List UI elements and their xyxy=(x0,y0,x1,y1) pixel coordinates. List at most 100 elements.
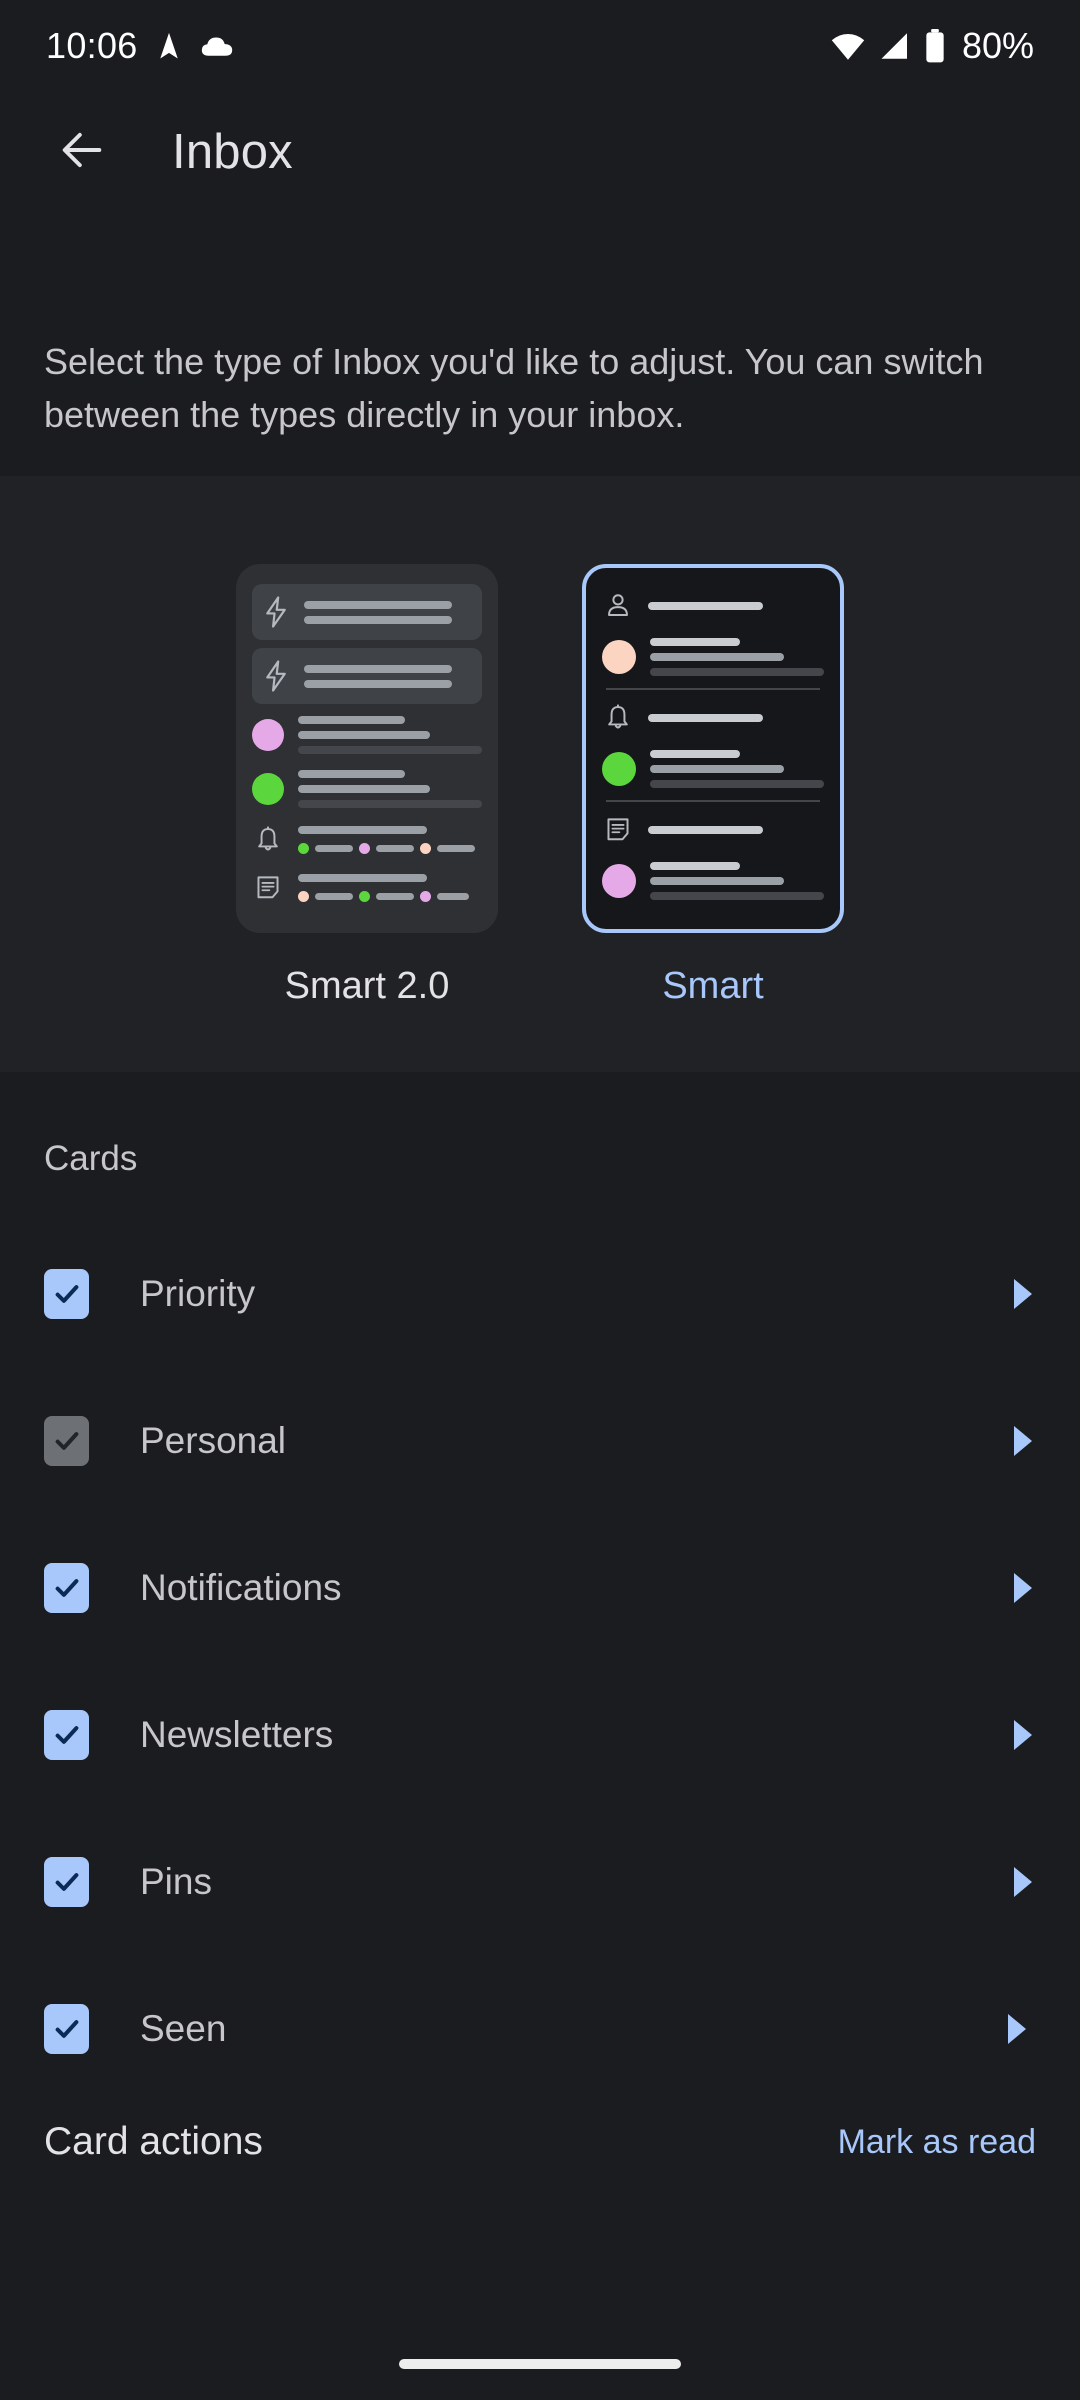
chevron-right-icon[interactable] xyxy=(1010,1865,1036,1899)
status-dot xyxy=(420,843,431,854)
arrow-left-icon xyxy=(56,124,108,181)
home-indicator[interactable] xyxy=(399,2359,681,2369)
preview-text-lines xyxy=(650,750,824,788)
preview-line xyxy=(376,845,414,852)
preview-row-avatar-pink xyxy=(252,716,482,754)
inbox-type-label-smart-2: Smart 2.0 xyxy=(284,965,450,1007)
app-bar: Inbox xyxy=(0,92,1080,212)
preview-line xyxy=(650,780,824,788)
preview-line xyxy=(298,746,482,754)
preview-row-personal-header xyxy=(602,592,824,620)
preview-text-lines xyxy=(304,664,472,688)
preview-row-bolt xyxy=(252,648,482,704)
chevron-right-icon[interactable] xyxy=(1004,2012,1030,2046)
table-row[interactable]: Priority xyxy=(0,1220,1080,1367)
preview-text-lines xyxy=(650,638,824,676)
document-icon xyxy=(602,816,634,844)
inbox-type-option-smart[interactable]: Smart xyxy=(582,564,844,1008)
preview-row-avatar-green xyxy=(602,750,824,788)
preview-line xyxy=(304,600,452,609)
avatar xyxy=(602,864,636,898)
card-label-notifications: Notifications xyxy=(140,1566,342,1608)
table-row[interactable]: Personal xyxy=(0,1367,1080,1514)
checkbox-newsletters[interactable] xyxy=(44,1709,89,1760)
preview-line xyxy=(437,893,469,900)
chevron-right-icon[interactable] xyxy=(1010,1571,1036,1605)
preview-line xyxy=(298,716,405,724)
status-dot xyxy=(420,891,431,902)
inbox-type-option-smart-2[interactable]: Smart 2.0 xyxy=(236,564,498,1008)
checkbox-notifications[interactable] xyxy=(44,1562,89,1613)
table-row[interactable]: Notifications xyxy=(0,1514,1080,1661)
preview-line xyxy=(648,602,764,610)
preview-line xyxy=(650,892,824,900)
card-label-newsletters: Newsletters xyxy=(140,1713,334,1755)
inbox-type-picker: Smart 2.0 Smart xyxy=(0,476,1080,1072)
preview-row-newsletters xyxy=(252,874,482,902)
preview-line xyxy=(650,765,784,773)
table-row[interactable]: Seen xyxy=(0,1955,1080,2102)
preview-row-avatar-green xyxy=(252,770,482,808)
battery-percent: 80% xyxy=(961,25,1034,66)
preview-text-lines xyxy=(298,716,482,754)
preview-line xyxy=(650,750,741,758)
preview-line xyxy=(650,653,784,661)
lightning-bolt-icon xyxy=(262,660,290,692)
checkbox-priority[interactable] xyxy=(44,1268,89,1319)
checkbox-pins[interactable] xyxy=(44,1856,89,1907)
preview-line xyxy=(650,638,741,646)
preview-text-lines xyxy=(298,826,482,854)
chevron-right-icon[interactable] xyxy=(1010,1277,1036,1311)
navigation-arrow-icon xyxy=(154,30,184,62)
avatar xyxy=(602,752,636,786)
page-title: Inbox xyxy=(172,125,293,179)
preview-line xyxy=(315,893,353,900)
checkbox-seen[interactable] xyxy=(44,2003,89,2054)
back-button[interactable] xyxy=(40,110,124,194)
preview-line xyxy=(298,785,431,793)
preview-row-bolt xyxy=(252,584,482,640)
smart-preview-card[interactable] xyxy=(582,564,844,933)
preview-text-lines xyxy=(298,770,482,808)
preview-row-avatar-peach xyxy=(602,638,824,676)
cards-list: Priority Personal Notifications Newslett… xyxy=(0,1220,1080,2102)
cell-signal-icon xyxy=(878,31,912,61)
card-actions-label: Card actions xyxy=(44,2120,263,2163)
card-label-personal: Personal xyxy=(140,1419,287,1461)
preview-row-newsletters-header xyxy=(602,816,824,844)
card-label-seen: Seen xyxy=(140,2007,227,2049)
preview-line xyxy=(298,770,405,778)
preview-row-notifications xyxy=(252,826,482,854)
status-dot xyxy=(298,843,309,854)
phone-screen: 10:06 80% Inbox Select the type of Inbox… xyxy=(0,0,1080,2400)
card-label-priority: Priority xyxy=(140,1272,256,1314)
description-text: Select the type of Inbox you'd like to a… xyxy=(44,341,984,435)
cards-section: Cards Priority Personal Notifications Ne… xyxy=(0,1072,1080,2400)
chevron-right-icon[interactable] xyxy=(1010,1718,1036,1752)
preview-dot-line xyxy=(298,843,482,854)
preview-divider xyxy=(606,800,820,802)
preview-divider xyxy=(606,688,820,690)
document-icon xyxy=(252,874,284,902)
cloud-icon xyxy=(200,33,234,59)
preview-line xyxy=(298,826,427,834)
preview-line xyxy=(437,845,475,852)
smart-2-preview-card[interactable] xyxy=(236,564,498,933)
status-dot xyxy=(359,843,370,854)
preview-text-lines xyxy=(298,874,482,902)
person-icon xyxy=(602,592,634,620)
preview-row-notifications-header xyxy=(602,704,824,732)
preview-line xyxy=(298,874,427,882)
chevron-right-icon[interactable] xyxy=(1010,1424,1036,1458)
preview-line xyxy=(304,615,452,624)
mark-as-read-button[interactable]: Mark as read xyxy=(838,2123,1036,2162)
preview-line xyxy=(304,664,452,673)
avatar xyxy=(252,719,284,751)
status-dot xyxy=(298,891,309,902)
table-row[interactable]: Newsletters xyxy=(0,1661,1080,1808)
preview-line xyxy=(650,668,824,676)
preview-text-lines xyxy=(304,600,472,624)
preview-row-avatar-pink xyxy=(602,862,824,900)
preview-line xyxy=(315,845,353,852)
table-row[interactable]: Pins xyxy=(0,1808,1080,1955)
